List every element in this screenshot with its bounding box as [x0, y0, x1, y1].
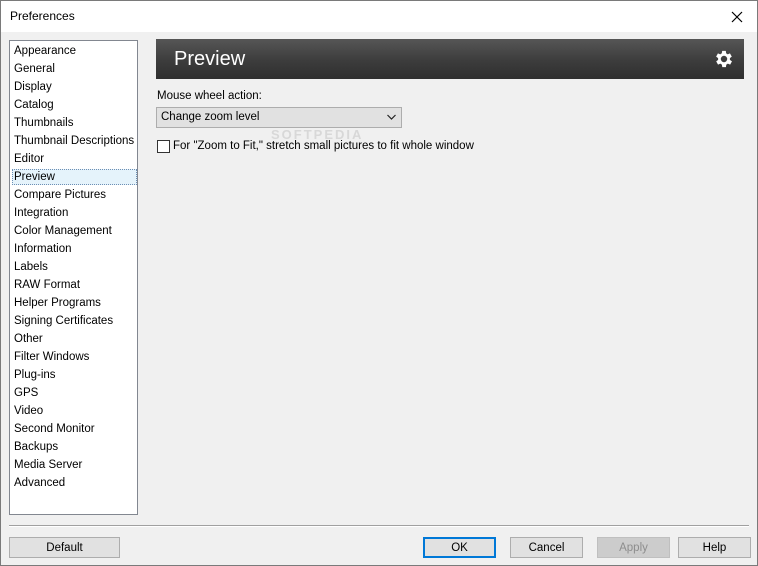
- sidebar-item-thumbnail-descriptions[interactable]: Thumbnail Descriptions: [12, 133, 137, 149]
- title-bar: Preferences: [1, 1, 757, 32]
- sidebar-item-color-management[interactable]: Color Management: [12, 223, 137, 239]
- sidebar-item-display[interactable]: Display: [12, 79, 137, 95]
- apply-button[interactable]: Apply: [597, 537, 670, 558]
- sidebar-item-editor[interactable]: Editor: [12, 151, 137, 167]
- sidebar-item-catalog[interactable]: Catalog: [12, 97, 137, 113]
- footer-divider: [9, 525, 749, 527]
- sidebar-item-raw-format[interactable]: RAW Format: [12, 277, 137, 293]
- sidebar-item-plug-ins[interactable]: Plug-ins: [12, 367, 137, 383]
- sidebar-item-compare-pictures[interactable]: Compare Pictures: [12, 187, 137, 203]
- cancel-button[interactable]: Cancel: [510, 537, 583, 558]
- stretch-checkbox-label[interactable]: For "Zoom to Fit," stretch small picture…: [173, 140, 474, 152]
- sidebar-item-preview[interactable]: Preview: [12, 169, 137, 185]
- sidebar-item-labels[interactable]: Labels: [12, 259, 137, 275]
- section-title: Preview: [174, 48, 246, 70]
- window-title: Preferences: [10, 9, 75, 23]
- sidebar-item-helper-programs[interactable]: Helper Programs: [12, 295, 137, 311]
- category-list[interactable]: Appearance General Display Catalog Thumbnail…: [9, 40, 138, 515]
- sidebar-item-gps[interactable]: GPS: [12, 385, 137, 401]
- chevron-down-icon: [387, 114, 396, 120]
- preferences-window: Preferences Appearance General Display Cata…: [0, 0, 758, 566]
- sidebar-item-second-monitor[interactable]: Second Monitor: [12, 421, 137, 437]
- ok-button[interactable]: OK: [423, 537, 496, 558]
- sidebar-item-backups[interactable]: Backups: [12, 439, 137, 455]
- sidebar-item-information[interactable]: Information: [12, 241, 137, 257]
- mouse-wheel-select-value: Change zoom level: [161, 111, 260, 123]
- sidebar-item-video[interactable]: Video: [12, 403, 137, 419]
- sidebar-item-filter-windows[interactable]: Filter Windows: [12, 349, 137, 365]
- sidebar-item-signing-certificates[interactable]: Signing Certificates: [12, 313, 137, 329]
- stretch-checkbox[interactable]: [157, 140, 170, 153]
- sidebar-item-other[interactable]: Other: [12, 331, 137, 347]
- sidebar-item-media-server[interactable]: Media Server: [12, 457, 137, 473]
- mouse-wheel-select[interactable]: Change zoom level: [156, 107, 402, 128]
- sidebar-item-thumbnails[interactable]: Thumbnails: [12, 115, 137, 131]
- help-button[interactable]: Help: [678, 537, 751, 558]
- close-button[interactable]: [717, 1, 757, 32]
- sidebar-item-general[interactable]: General: [12, 61, 137, 77]
- close-icon: [731, 11, 743, 22]
- sidebar-item-appearance[interactable]: Appearance: [12, 43, 137, 59]
- default-button[interactable]: Default: [9, 537, 120, 558]
- sidebar-item-advanced[interactable]: Advanced: [12, 475, 137, 491]
- gear-icon: [716, 50, 732, 68]
- mouse-wheel-label: Mouse wheel action:: [157, 90, 262, 102]
- section-header: Preview: [156, 39, 744, 79]
- sidebar-item-integration[interactable]: Integration: [12, 205, 137, 221]
